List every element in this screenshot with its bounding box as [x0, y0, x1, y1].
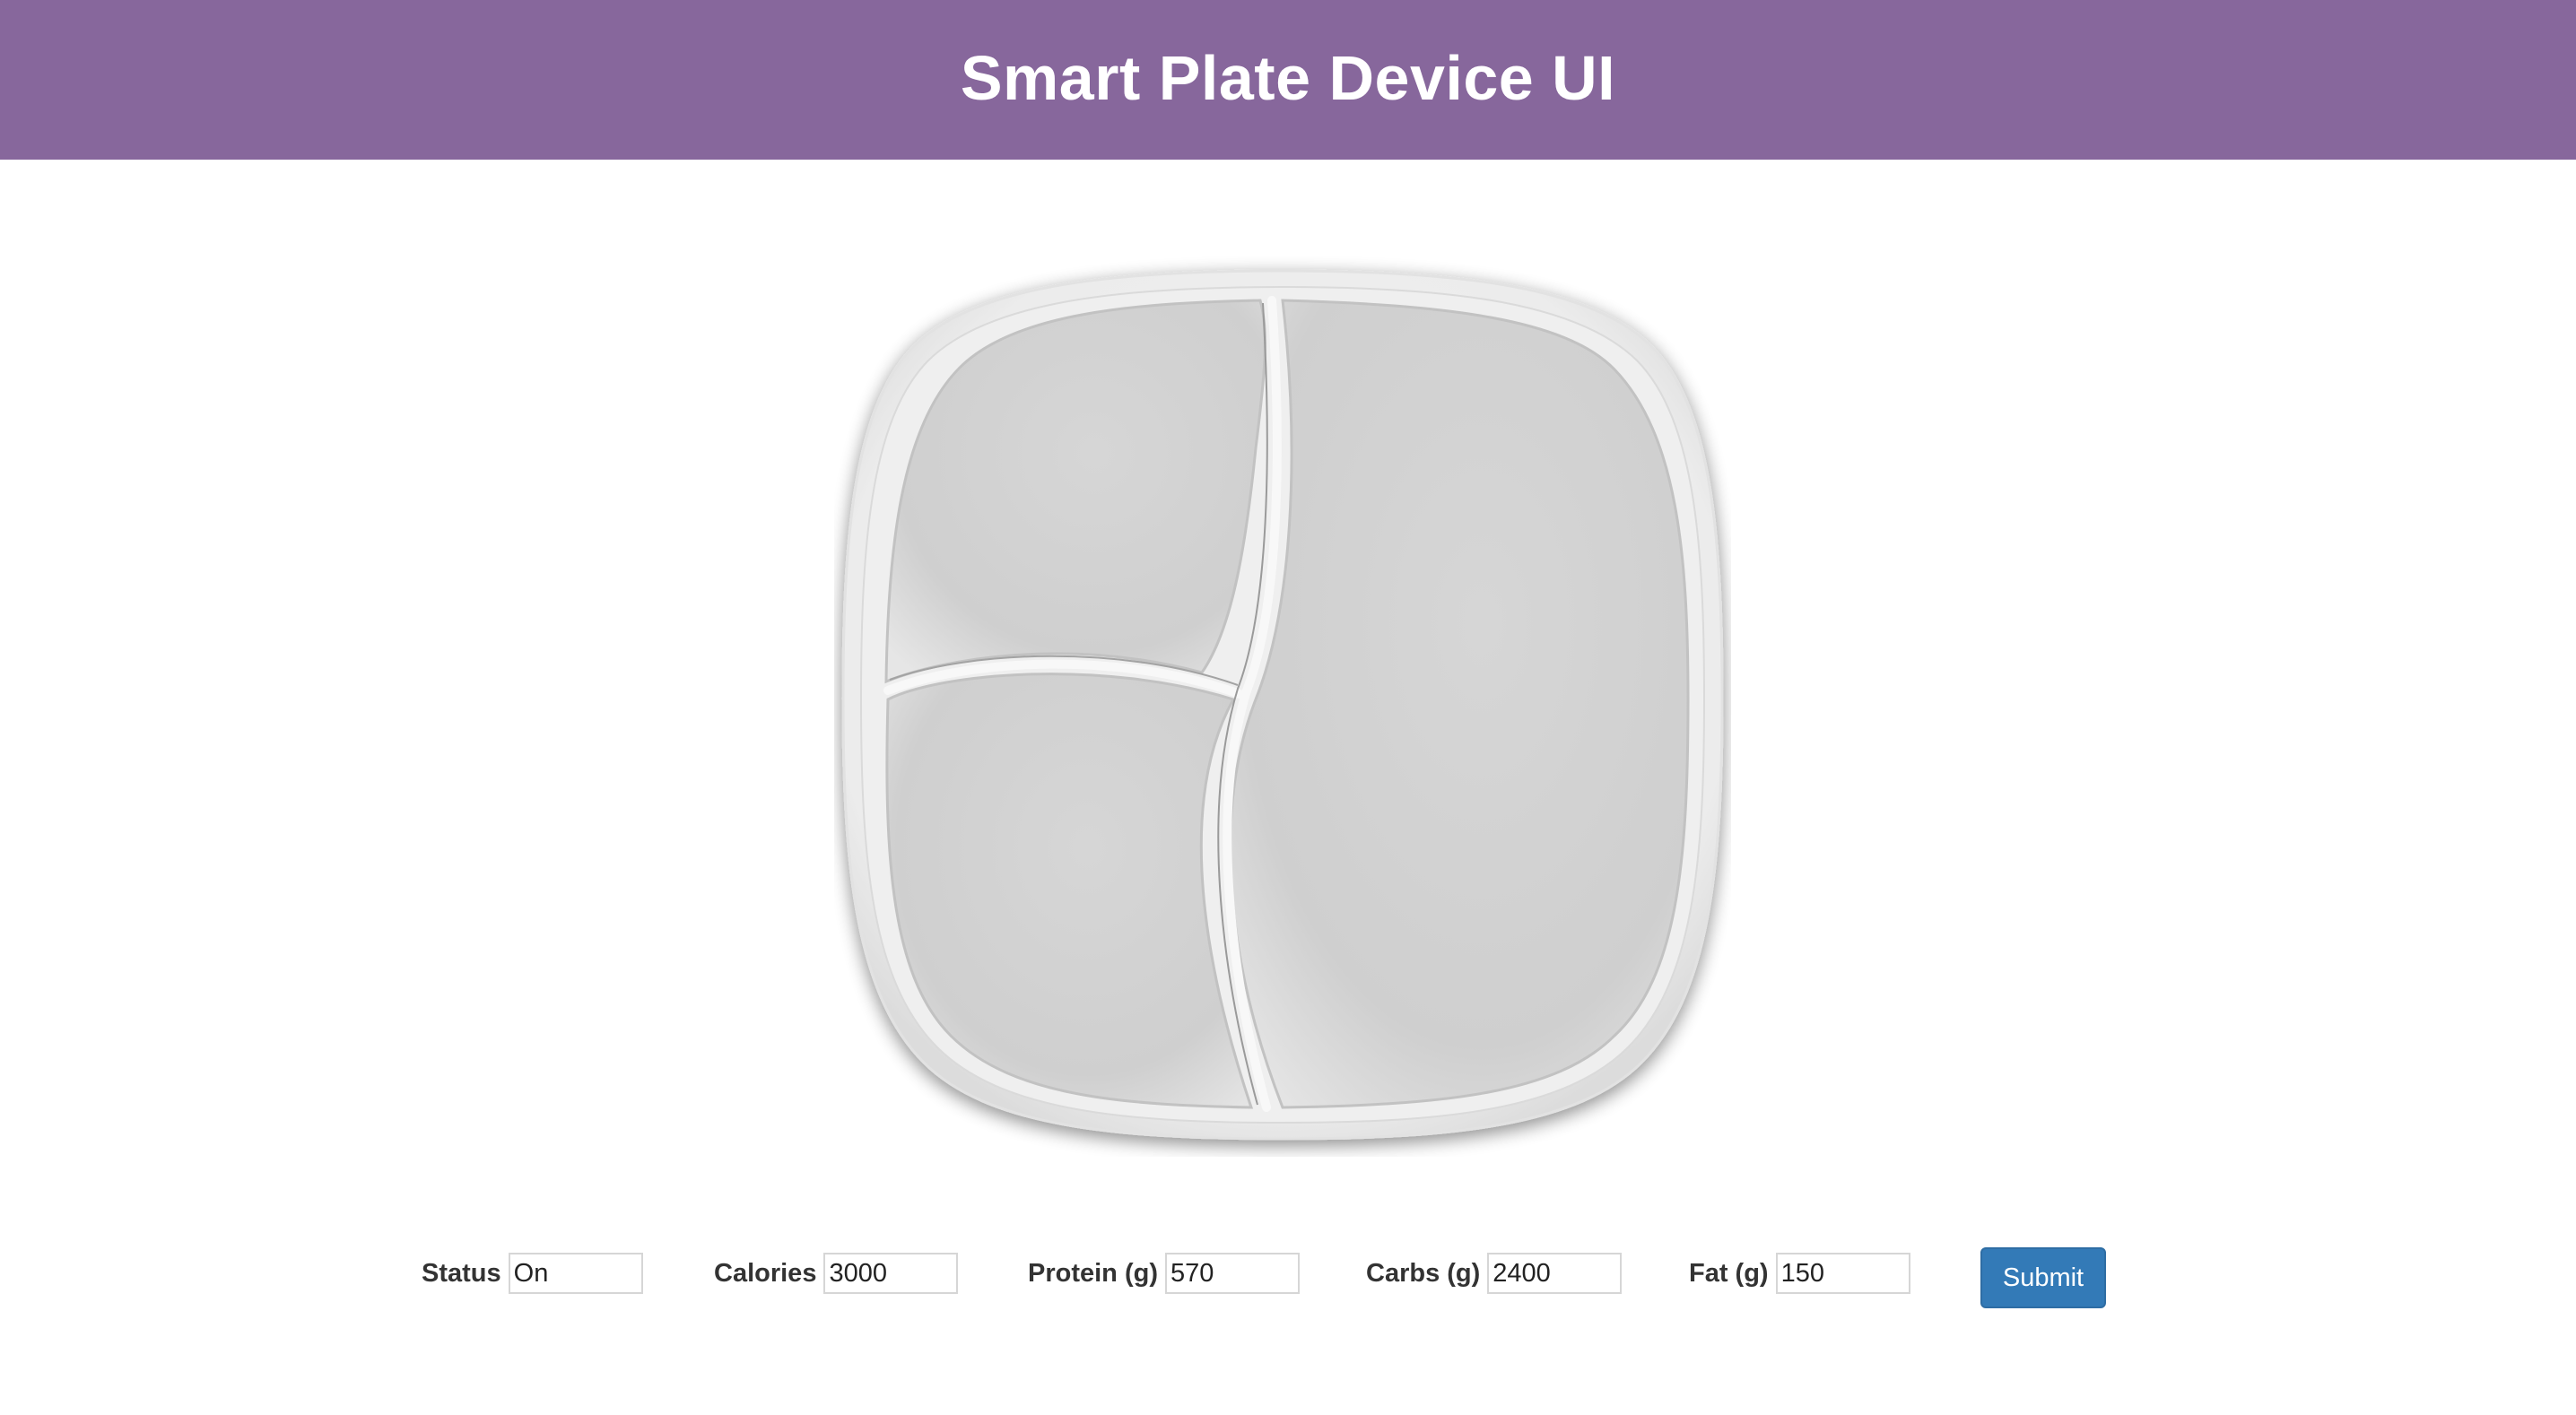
- status-label: Status: [422, 1258, 501, 1288]
- compartment-right: [1229, 299, 1690, 1109]
- divided-plate-icon: [841, 269, 1724, 1141]
- fat-input[interactable]: [1775, 1253, 1910, 1294]
- plate-image: [834, 251, 1731, 1157]
- carbs-field-group: Carbs (g): [1366, 1247, 1623, 1299]
- nutrition-form: Status Calories Protein (g) Carbs (g) Fa…: [0, 1247, 2576, 1310]
- fat-label: Fat (g): [1689, 1258, 1769, 1288]
- protein-input[interactable]: [1165, 1253, 1300, 1294]
- calories-field-group: Calories: [714, 1247, 959, 1299]
- calories-input[interactable]: [823, 1253, 959, 1294]
- carbs-input[interactable]: [1487, 1253, 1623, 1294]
- calories-label: Calories: [714, 1258, 817, 1288]
- status-input[interactable]: [508, 1253, 643, 1294]
- carbs-label: Carbs (g): [1366, 1258, 1481, 1288]
- fat-field-group: Fat (g): [1689, 1247, 1910, 1299]
- page-title: Smart Plate Device UI: [960, 43, 1616, 113]
- status-field-group: Status: [422, 1247, 643, 1299]
- page-header: Smart Plate Device UI: [0, 0, 2576, 160]
- protein-field-group: Protein (g): [1028, 1247, 1300, 1299]
- submit-button[interactable]: Submit: [1980, 1247, 2106, 1308]
- protein-label: Protein (g): [1028, 1258, 1158, 1288]
